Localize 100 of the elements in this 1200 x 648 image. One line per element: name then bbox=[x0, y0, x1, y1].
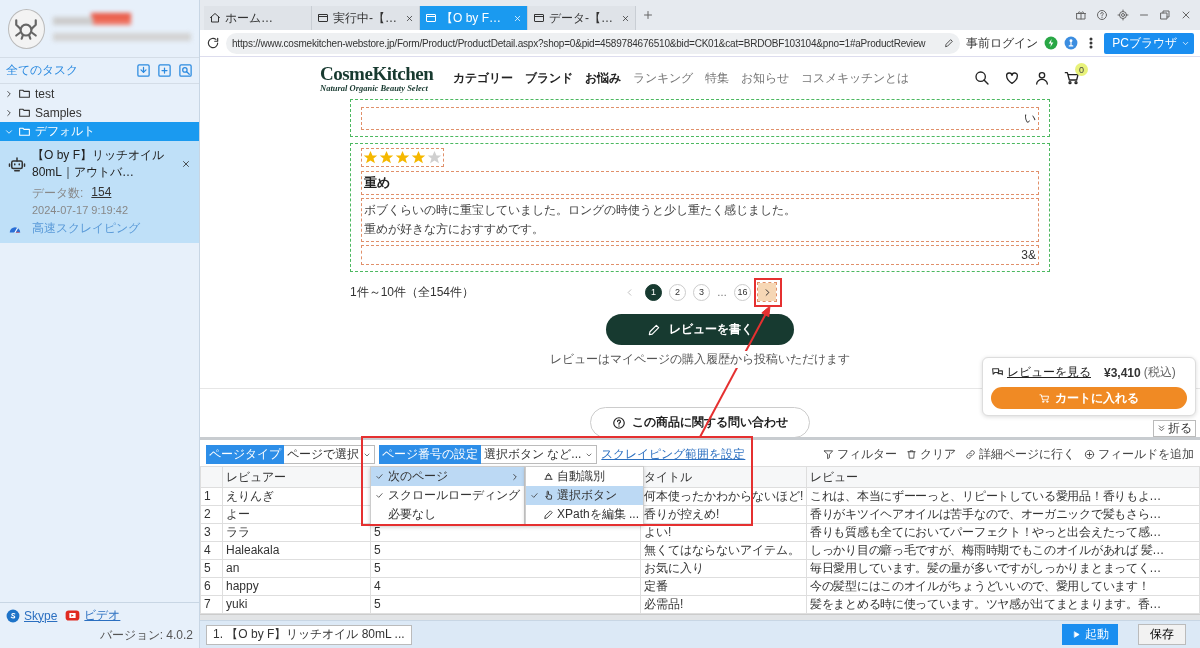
nav-link[interactable]: お悩み bbox=[585, 69, 622, 87]
search-icon[interactable] bbox=[974, 70, 990, 86]
reload-icon[interactable] bbox=[206, 36, 220, 50]
toolbar-button[interactable]: フィールドを追加 bbox=[1084, 446, 1194, 463]
close-icon[interactable] bbox=[621, 13, 630, 23]
row-number: 1 bbox=[200, 487, 223, 506]
nav-link[interactable]: コスメキッチンとは bbox=[801, 69, 910, 87]
restore-icon[interactable] bbox=[1159, 9, 1171, 21]
user-icon[interactable] bbox=[1034, 70, 1050, 86]
table-cell: 5 bbox=[370, 559, 641, 578]
import-icon[interactable] bbox=[136, 63, 151, 78]
avatar[interactable] bbox=[8, 8, 45, 49]
table-cell: 5 bbox=[370, 595, 641, 614]
lightning-icon[interactable] bbox=[1044, 36, 1059, 50]
column-header[interactable]: レビュアー bbox=[222, 466, 371, 488]
edit-icon[interactable] bbox=[944, 38, 955, 48]
row-number: 3 bbox=[200, 523, 223, 542]
column-header[interactable]: レビュー bbox=[806, 466, 1200, 488]
home-icon bbox=[209, 12, 221, 24]
scrape-range-link[interactable]: スクレイピング範囲を設定 bbox=[601, 446, 746, 463]
view-reviews-link[interactable]: レビューを見る bbox=[1007, 364, 1091, 381]
help-icon[interactable] bbox=[1096, 9, 1108, 21]
pre-login-link[interactable]: 事前ログイン bbox=[966, 34, 1039, 52]
row-number: 2 bbox=[200, 505, 223, 524]
nav-link[interactable]: カテゴリー bbox=[453, 69, 514, 87]
filter-icon bbox=[823, 449, 834, 460]
menu-item[interactable]: スクロールローディング bbox=[371, 486, 524, 505]
save-button[interactable]: 保存 bbox=[1138, 624, 1186, 645]
data-count-label: データ数: bbox=[32, 185, 84, 202]
star-icon bbox=[427, 150, 442, 165]
new-task-icon[interactable] bbox=[157, 63, 172, 78]
review-meta: 3& bbox=[361, 245, 1039, 266]
star-icon bbox=[395, 150, 410, 165]
folder-item[interactable]: test bbox=[0, 84, 199, 103]
fold-button[interactable]: 折る bbox=[1153, 420, 1196, 437]
highlight-frame bbox=[754, 278, 782, 307]
settings-icon[interactable] bbox=[1117, 9, 1129, 21]
close-icon[interactable] bbox=[405, 13, 414, 23]
task-date: 2024-07-17 9:19:42 bbox=[32, 204, 129, 216]
task-card[interactable]: 【O by F】リッチオイル 80mL｜アウトバ… データ数: 154 2024-07-17 9:19:42 高速スクレイピング bbox=[0, 141, 199, 243]
nav-link[interactable]: ランキング bbox=[633, 69, 694, 87]
scraping-mode: 高速スクレイピング bbox=[32, 220, 141, 237]
gift-icon[interactable] bbox=[1075, 9, 1087, 21]
close-icon[interactable] bbox=[1180, 9, 1192, 21]
cart-icon bbox=[1039, 392, 1050, 404]
nav-link[interactable]: お知らせ bbox=[741, 69, 790, 87]
cart-count-badge: 0 bbox=[1075, 63, 1088, 76]
heart-icon[interactable] bbox=[1004, 70, 1020, 86]
browser-tab[interactable]: ホーム… bbox=[204, 6, 312, 30]
menu-item[interactable]: 次のページ bbox=[371, 467, 524, 486]
link-icon bbox=[965, 449, 976, 460]
chevron-icon bbox=[4, 88, 14, 99]
plus-circle-icon bbox=[1084, 449, 1095, 460]
chevron-icon bbox=[4, 107, 14, 118]
nav-link[interactable]: ブランド bbox=[525, 69, 574, 87]
question-icon bbox=[612, 415, 626, 430]
check-icon bbox=[375, 491, 384, 500]
url-field[interactable]: https://www.cosmekitchen-webstore.jp/Form/Product/ProductDetail.aspx?shop=0&pid=4589784676510&bid=CK01&cat=BRDOBF103104&pno=1#aProductReview bbox=[226, 32, 961, 54]
check-icon bbox=[530, 491, 539, 500]
page-button[interactable]: 3 bbox=[693, 283, 710, 301]
page-button[interactable]: 1 bbox=[645, 283, 662, 301]
cart-icon[interactable] bbox=[1064, 70, 1080, 86]
trash-icon bbox=[906, 449, 917, 460]
folder-item[interactable]: Samples bbox=[0, 103, 199, 122]
write-review-button[interactable]: レビューを書く bbox=[606, 314, 794, 346]
browser-tab[interactable]: データ-【… bbox=[528, 6, 636, 30]
table-cell: しっかり目の癖っ毛ですが、梅雨時期でもこのオイルがあれば 髪… bbox=[806, 541, 1200, 560]
nav-link[interactable]: 特集 bbox=[705, 69, 730, 87]
menu-item[interactable]: 必要なし bbox=[371, 505, 524, 524]
logo[interactable]: CosmeKitchen Natural Organic Beauty Select bbox=[320, 63, 434, 93]
star-icon bbox=[411, 150, 426, 165]
page-button[interactable]: 16 bbox=[734, 283, 751, 301]
table-cell: 香りがキツイヘアオイルは苦手なので、オーガニックで髪もさら… bbox=[806, 505, 1200, 524]
paging-select[interactable]: 選択ボタン など... bbox=[481, 445, 598, 464]
close-icon[interactable] bbox=[181, 159, 191, 169]
skype-link[interactable]: Skype bbox=[24, 608, 58, 623]
menu-item[interactable]: 選択ボタン bbox=[526, 486, 644, 505]
data-count-link[interactable]: 154 bbox=[91, 185, 112, 202]
browser-tab[interactable]: 実行中-【… bbox=[312, 6, 420, 30]
task-tab[interactable]: 1. 【O by F】リッチオイル 80mL ... bbox=[206, 624, 412, 645]
check-icon bbox=[375, 472, 384, 481]
video-link[interactable]: ビデオ bbox=[84, 607, 121, 624]
table-cell: an bbox=[222, 559, 371, 578]
toolbar-button[interactable]: フィルター bbox=[823, 446, 897, 463]
result-range: 1件～10件（全154件） bbox=[350, 283, 476, 301]
toolbar-button[interactable]: クリア bbox=[906, 446, 956, 463]
toolbar-button[interactable]: 詳細ページに行く bbox=[965, 446, 1075, 463]
folder-icon bbox=[18, 125, 31, 138]
page-button[interactable]: 2 bbox=[669, 283, 686, 301]
new-tab-icon[interactable] bbox=[642, 9, 654, 21]
table-cell: 無くてはならないアイテム。 bbox=[640, 541, 807, 560]
search-task-icon[interactable] bbox=[178, 63, 193, 78]
page-icon bbox=[533, 12, 545, 24]
person-icon[interactable] bbox=[1064, 36, 1079, 50]
page-type-select[interactable]: ページで選択 bbox=[284, 445, 375, 464]
page-type-label: ページタイプ bbox=[206, 445, 284, 464]
price: ¥3,410 bbox=[1104, 365, 1141, 380]
paging-label: ページ番号の設定 bbox=[379, 445, 481, 464]
table-cell: 5 bbox=[370, 541, 641, 560]
table-cell: お気に入り bbox=[640, 559, 807, 578]
